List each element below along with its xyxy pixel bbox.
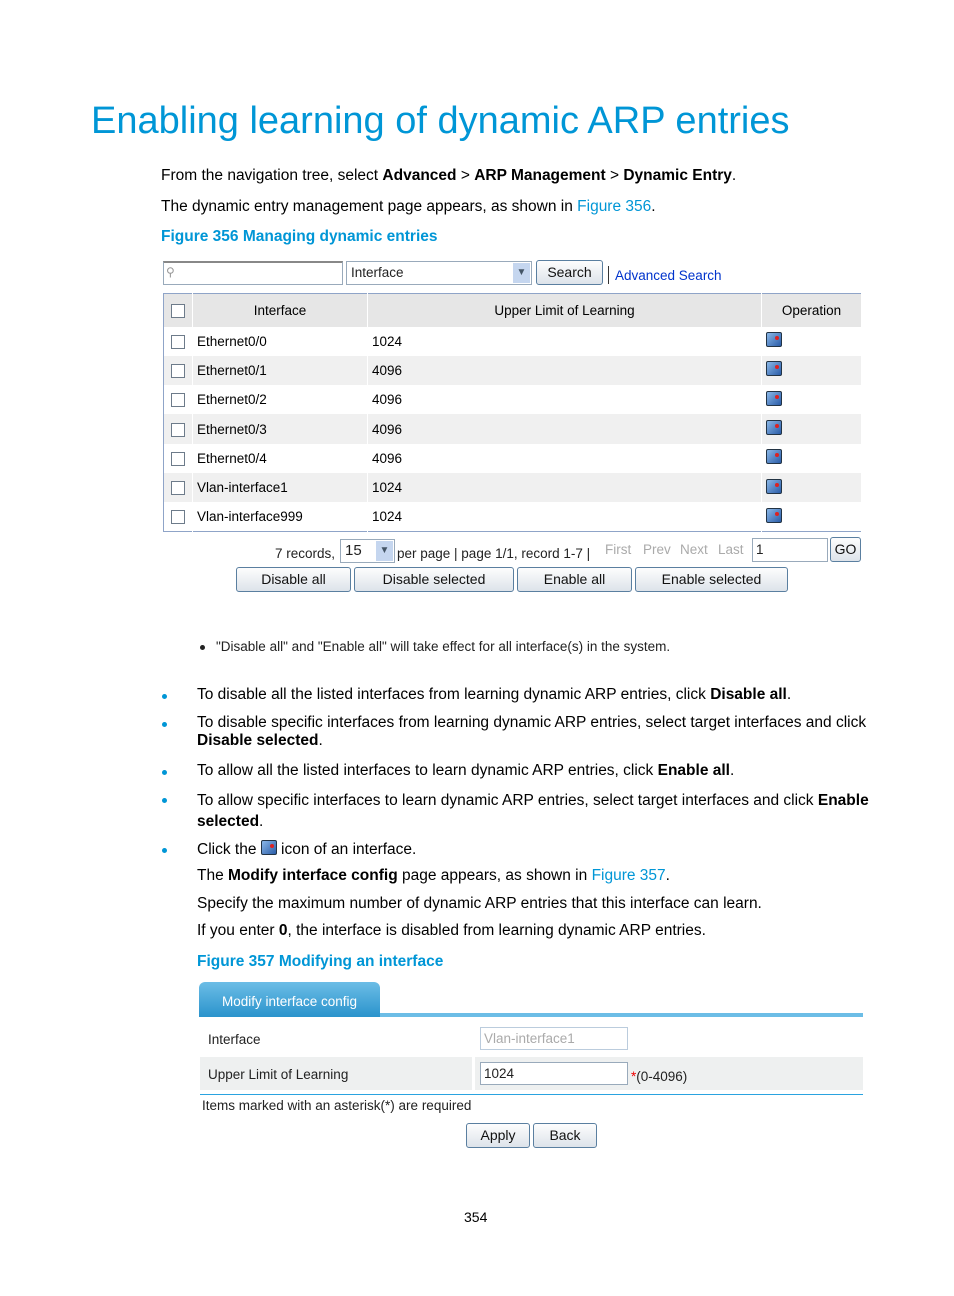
cell-interface: Ethernet0/2 xyxy=(192,385,368,415)
interface-label: Interface xyxy=(208,1032,261,1047)
chevron-down-icon: ▼ xyxy=(513,263,530,283)
next-link[interactable]: Next xyxy=(680,542,708,557)
modify-icon[interactable] xyxy=(766,361,782,377)
page-input[interactable]: 1 xyxy=(752,538,828,562)
cell-upper-limit: 4096 xyxy=(367,385,762,415)
back-button[interactable]: Back xyxy=(533,1123,597,1148)
chevron-down-icon: ▼ xyxy=(376,541,393,561)
disable-selected-button[interactable]: Disable selected xyxy=(354,567,514,592)
modify-icon[interactable] xyxy=(766,449,782,465)
cell-upper-limit: 1024 xyxy=(367,472,762,503)
row-checkbox[interactable] xyxy=(171,452,185,467)
bullet-click-icon: Click the icon of an interface. xyxy=(197,840,417,858)
first-link[interactable]: First xyxy=(605,542,631,557)
upper-limit-label: Upper Limit of Learning xyxy=(208,1067,349,1082)
required-note: Items marked with an asterisk(*) are req… xyxy=(202,1098,472,1113)
step-modify-page: The Modify interface config page appears… xyxy=(197,867,670,884)
row-checkbox[interactable] xyxy=(171,393,185,408)
cell-interface: Ethernet0/3 xyxy=(192,414,368,444)
table-row: Ethernet0/1 4096 xyxy=(163,355,862,386)
range-hint: *(0-4096) xyxy=(631,1069,688,1084)
cell-interface: Ethernet0/0 xyxy=(192,326,368,356)
cell-upper-limit: 1024 xyxy=(367,326,762,356)
table-row: Vlan-interface1 1024 xyxy=(163,472,862,503)
enable-selected-button[interactable]: Enable selected xyxy=(635,567,788,592)
modify-icon[interactable] xyxy=(766,390,782,406)
figure-357-caption: Figure 357 Modifying an interface xyxy=(197,953,444,970)
page-title: Enabling learning of dynamic ARP entries xyxy=(91,100,790,142)
bullet-disable-selected: To disable specific interfaces from lear… xyxy=(197,714,867,749)
divider xyxy=(608,266,609,284)
nav-instruction: From the navigation tree, select Advance… xyxy=(161,167,737,184)
modify-icon[interactable] xyxy=(766,507,782,523)
table-row: Ethernet0/3 4096 xyxy=(163,414,862,444)
cell-interface: Ethernet0/4 xyxy=(192,443,368,473)
table-row: Ethernet0/4 4096 xyxy=(163,443,862,473)
divider xyxy=(200,1094,863,1095)
step-zero: If you enter 0, the interface is disable… xyxy=(197,922,706,939)
select-all-checkbox[interactable] xyxy=(171,303,185,318)
bullet-disable-all: To disable all the listed interfaces fro… xyxy=(197,686,792,703)
bullet-enable-selected: To allow specific interfaces to learn dy… xyxy=(197,792,869,830)
col-interface: Interface xyxy=(192,293,368,327)
search-input[interactable]: ⚲ xyxy=(163,261,343,285)
tab-modify-interface-config[interactable]: Modify interface config xyxy=(199,982,380,1017)
prev-link[interactable]: Prev xyxy=(643,542,671,557)
row-checkbox[interactable] xyxy=(171,422,185,437)
modify-icon xyxy=(260,840,277,855)
advanced-search-link[interactable]: Advanced Search xyxy=(615,268,722,283)
page-info: per page | page 1/1, record 1-7 | xyxy=(397,546,591,561)
figure-356-caption: Figure 356 Managing dynamic entries xyxy=(161,228,438,245)
search-icon: ⚲ xyxy=(166,265,175,279)
row-checkbox[interactable] xyxy=(171,364,185,379)
cell-upper-limit: 4096 xyxy=(367,355,762,386)
bullet xyxy=(162,694,167,699)
modify-icon[interactable] xyxy=(766,478,782,494)
apply-button[interactable]: Apply xyxy=(466,1123,530,1148)
cell-interface: Vlan-interface1 xyxy=(192,472,368,503)
search-button[interactable]: Search xyxy=(536,260,603,285)
search-field-select[interactable]: Interface ▼ xyxy=(346,261,532,285)
cell-upper-limit: 4096 xyxy=(367,414,762,444)
col-upper-limit: Upper Limit of Learning xyxy=(367,293,762,327)
row-checkbox[interactable] xyxy=(171,510,185,525)
row-checkbox[interactable] xyxy=(171,334,185,349)
intro-text: The dynamic entry management page appear… xyxy=(161,198,656,215)
records-count: 7 records, xyxy=(275,546,336,561)
cell-upper-limit: 1024 xyxy=(367,502,762,532)
bullet xyxy=(162,848,167,853)
col-operation: Operation xyxy=(761,293,862,327)
bullet-enable-all: To allow all the listed interfaces to le… xyxy=(197,762,735,779)
modify-icon[interactable] xyxy=(766,332,782,348)
disable-all-button[interactable]: Disable all xyxy=(236,567,351,592)
tab-bar-line xyxy=(380,1013,863,1017)
figure-note: "Disable all" and "Enable all" will take… xyxy=(216,639,671,654)
per-page-select[interactable]: 15 ▼ xyxy=(340,539,395,563)
note-bullet xyxy=(200,645,205,650)
figure-357-link[interactable]: Figure 357 xyxy=(592,867,666,884)
row-checkbox[interactable] xyxy=(171,481,185,496)
dynamic-entries-table: Interface Upper Limit of Learning Operat… xyxy=(163,293,862,533)
bullet xyxy=(162,798,167,803)
table-row: Ethernet0/0 1024 xyxy=(163,326,862,356)
bullet xyxy=(162,770,167,775)
step-specify: Specify the maximum number of dynamic AR… xyxy=(197,895,762,912)
go-button[interactable]: GO xyxy=(830,537,861,562)
page-number: 354 xyxy=(464,1209,488,1225)
interface-field: Vlan-interface1 xyxy=(480,1027,628,1050)
bullet xyxy=(162,722,167,727)
cell-upper-limit: 4096 xyxy=(367,443,762,473)
cell-interface: Ethernet0/1 xyxy=(192,355,368,386)
enable-all-button[interactable]: Enable all xyxy=(517,567,632,592)
table-row: Vlan-interface999 1024 xyxy=(163,502,862,532)
last-link[interactable]: Last xyxy=(718,542,744,557)
upper-limit-input[interactable]: 1024 xyxy=(480,1062,628,1085)
cell-interface: Vlan-interface999 xyxy=(192,502,368,532)
table-row: Ethernet0/2 4096 xyxy=(163,385,862,415)
modify-icon[interactable] xyxy=(766,420,782,436)
figure-356-link[interactable]: Figure 356 xyxy=(577,198,651,215)
